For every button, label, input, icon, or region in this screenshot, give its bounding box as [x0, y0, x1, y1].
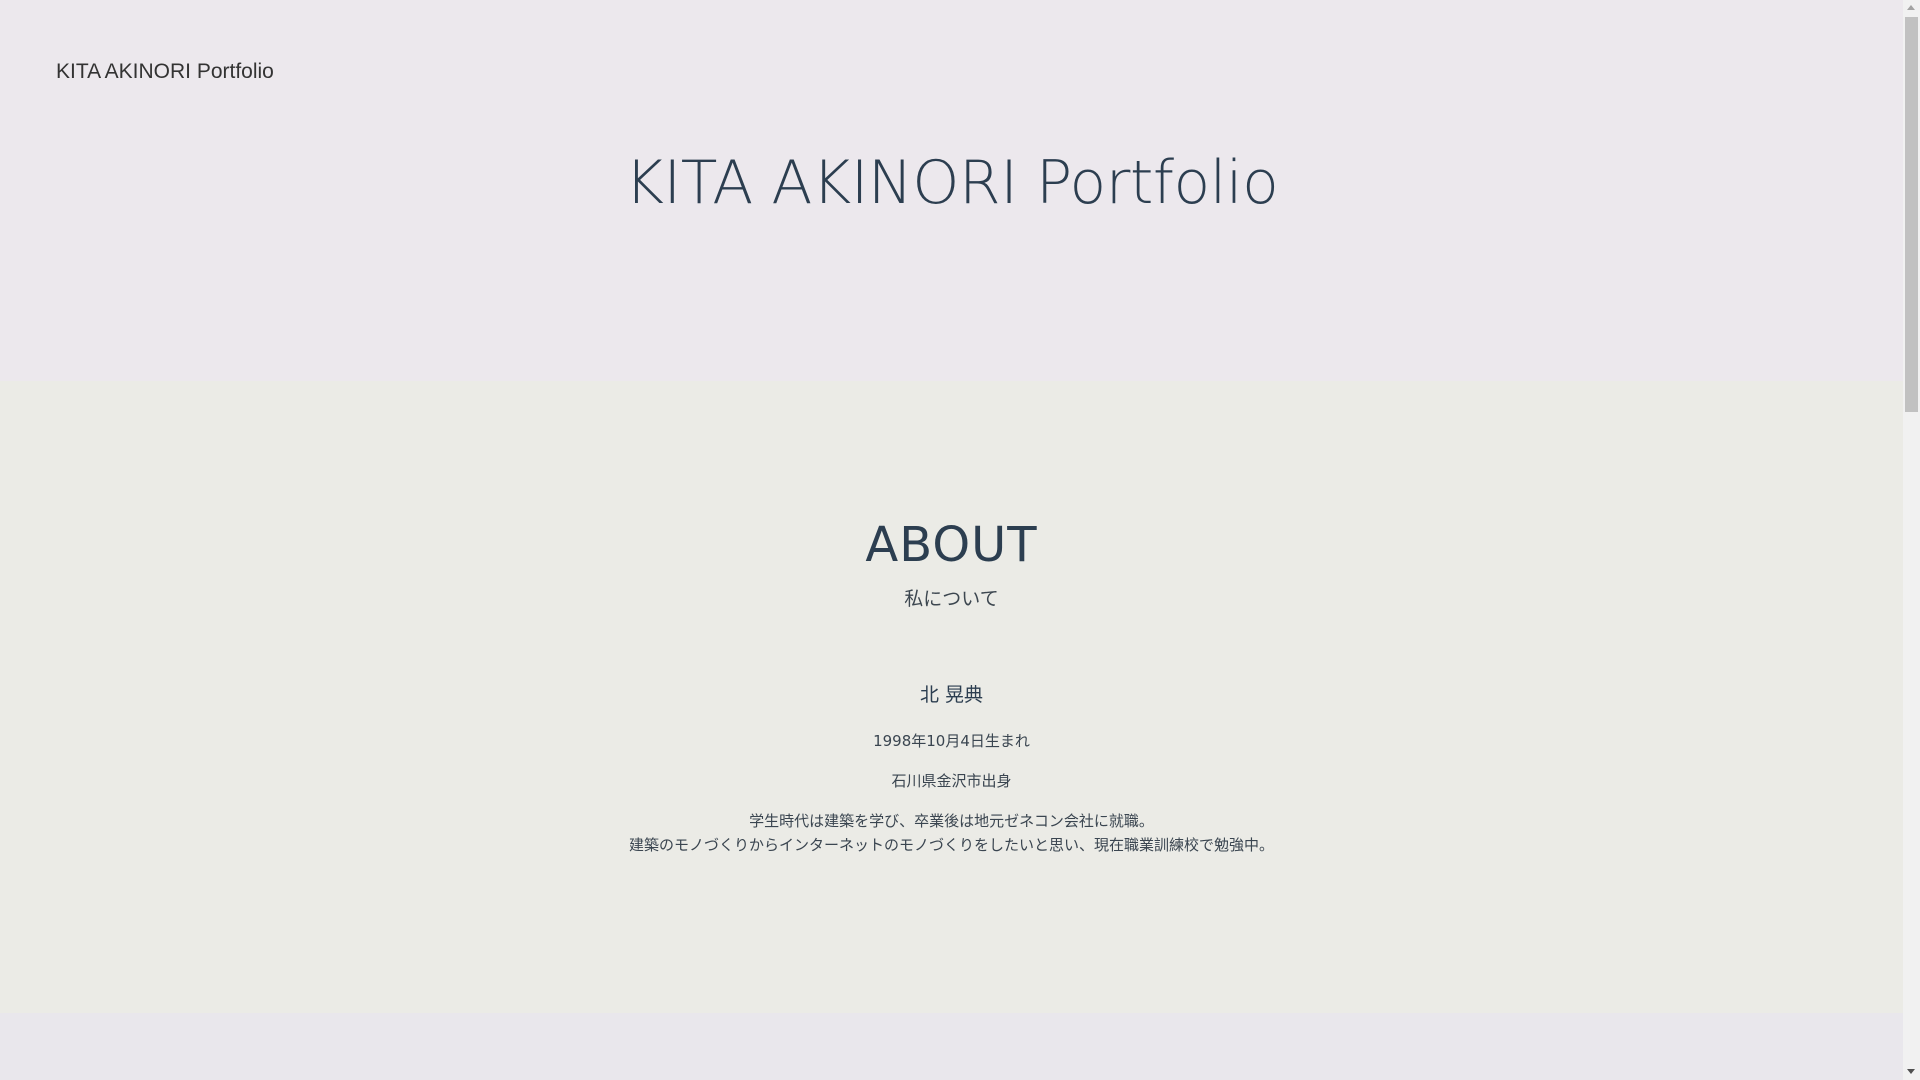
profile-bio-line-1: 学生時代は建築を学び、卒業後は地元ゼネコン会社に就職。 — [749, 812, 1154, 830]
profile-hometown: 石川県金沢市出身 — [891, 772, 1012, 790]
profile-bio-line-2: 建築のモノづくりからインターネットのモノづくりをしたいと思い、現在職業訓練校で勉… — [628, 836, 1274, 854]
about-heading: ABOUT — [865, 517, 1038, 573]
scroll-up-arrow-icon[interactable] — [1907, 5, 1915, 10]
about-subheading: 私について — [904, 588, 999, 610]
profile-birthdate: 1998年10月4日生まれ — [873, 732, 1030, 750]
scrollbar-thumb[interactable] — [1905, 17, 1918, 412]
profile-name: 北 晃典 — [919, 684, 984, 706]
scroll-down-arrow-icon[interactable] — [1907, 1069, 1915, 1074]
hero-section: KITA AKINORI Portfolio KITA AKINORI Port… — [0, 0, 1903, 381]
page: KITA AKINORI Portfolio KITA AKINORI Port… — [0, 0, 1903, 1080]
vertical-scrollbar[interactable] — [1903, 0, 1920, 1080]
next-section — [0, 1013, 1903, 1080]
about-section: ABOUT 私について 北 晃典 1998年10月4日生まれ 石川県金沢市出身 … — [0, 381, 1903, 1013]
browser-viewport: KITA AKINORI Portfolio KITA AKINORI Port… — [0, 0, 1920, 1080]
site-logo-link[interactable]: KITA AKINORI Portfolio — [56, 58, 274, 86]
hero-title: KITA AKINORI Portfolio — [624, 148, 1279, 218]
